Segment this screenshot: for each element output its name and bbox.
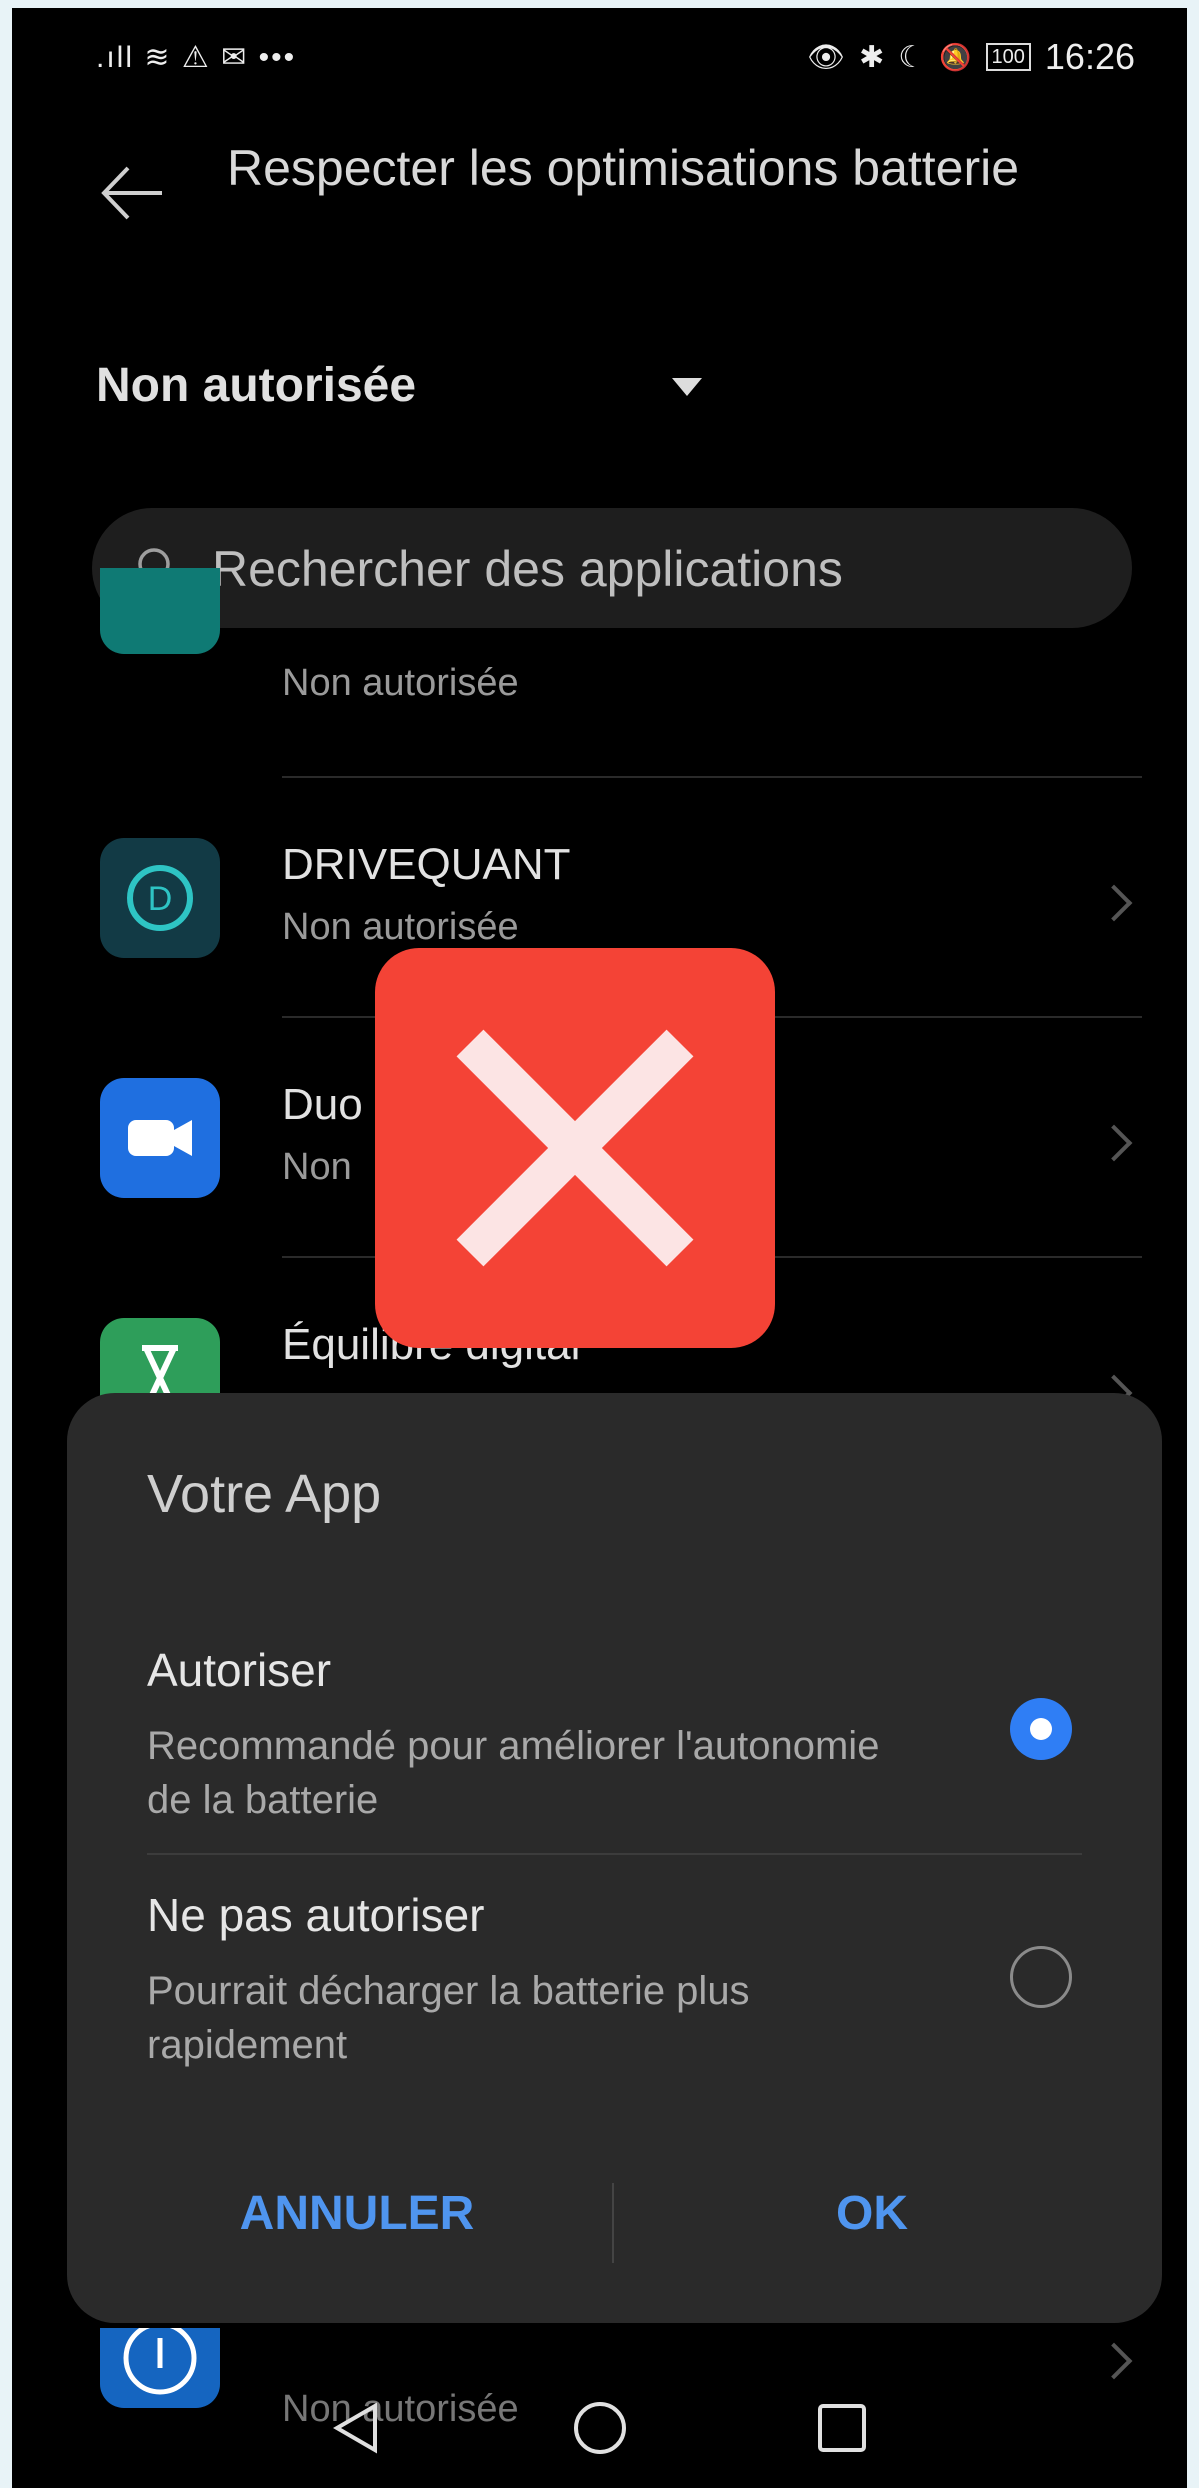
status-right-icons: 👁 ✱ ☾ 🔕 100 16:26 xyxy=(807,36,1135,78)
eye-comfort-icon: 👁 xyxy=(807,40,846,74)
warning-icon: ⚠ xyxy=(181,41,211,74)
radio-deny[interactable] xyxy=(1010,1946,1072,2008)
list-item[interactable]: Non autorisée xyxy=(12,568,1187,808)
navigation-bar xyxy=(12,2368,1187,2488)
chevron-right-icon xyxy=(1095,1124,1133,1162)
app-name: DRIVEQUANT xyxy=(282,840,571,889)
back-arrow-icon[interactable] xyxy=(98,158,168,228)
drivequant-app-icon: D xyxy=(100,838,220,958)
radio-allow[interactable] xyxy=(1010,1698,1072,1760)
battery-icon: 100 xyxy=(985,43,1031,71)
moon-icon: ☾ xyxy=(898,40,926,74)
calculator-app-icon xyxy=(100,568,220,654)
chevron-right-icon xyxy=(1095,884,1133,922)
page-title: Respecter les optimisations batterie xyxy=(227,140,1020,196)
status-left-icons: .ıll ≋ ⚠ ✉ ••• xyxy=(96,40,296,75)
recents-square-icon[interactable] xyxy=(782,2368,902,2488)
option-allow[interactable]: Autoriser Recommandé pour améliorer l'au… xyxy=(147,1643,1147,1827)
phone-screen: .ıll ≋ ⚠ ✉ ••• 👁 ✱ ☾ 🔕 100 16:26 Respect… xyxy=(12,8,1187,2488)
close-icon xyxy=(375,948,775,1348)
cancel-button[interactable]: ANNULER xyxy=(147,2163,567,2263)
chevron-down-icon[interactable] xyxy=(672,378,702,396)
status-bar: .ıll ≋ ⚠ ✉ ••• 👁 ✱ ☾ 🔕 100 16:26 xyxy=(12,8,1187,108)
app-status: Non autorisée xyxy=(282,906,519,948)
option-label: Autoriser xyxy=(147,1644,332,1696)
clock: 16:26 xyxy=(1044,36,1135,77)
ok-button[interactable]: OK xyxy=(662,2163,1082,2263)
home-circle-icon[interactable] xyxy=(540,2368,660,2488)
back-triangle-icon[interactable] xyxy=(297,2368,417,2488)
mail-icon: ✉ xyxy=(221,41,249,74)
more-icon: ••• xyxy=(258,41,297,74)
option-deny[interactable]: Ne pas autoriser Pourrait décharger la b… xyxy=(147,1888,1147,2072)
duo-app-icon xyxy=(100,1078,220,1198)
app-status: Non autorisée xyxy=(282,662,519,704)
app-name: Duo xyxy=(282,1080,363,1129)
button-separator xyxy=(612,2183,614,2263)
dialog-title: Votre App xyxy=(147,1464,382,1524)
signal-icon: .ıll xyxy=(96,41,134,74)
svg-text:D: D xyxy=(148,880,173,918)
app-status: Non xyxy=(282,1146,352,1188)
option-description: Pourrait décharger la batterie plus rapi… xyxy=(147,1969,750,2067)
option-label: Ne pas autoriser xyxy=(147,1889,485,1941)
filter-dropdown-value[interactable]: Non autorisée xyxy=(96,358,416,413)
battery-permission-dialog: Votre App Autoriser Recommandé pour amél… xyxy=(67,1393,1162,2323)
silent-icon: 🔕 xyxy=(939,41,972,72)
option-description: Recommandé pour améliorer l'autonomie de… xyxy=(147,1724,880,1822)
divider xyxy=(147,1853,1082,1855)
bluetooth-icon: ✱ xyxy=(859,40,885,74)
wifi-icon: ≋ xyxy=(144,41,172,74)
